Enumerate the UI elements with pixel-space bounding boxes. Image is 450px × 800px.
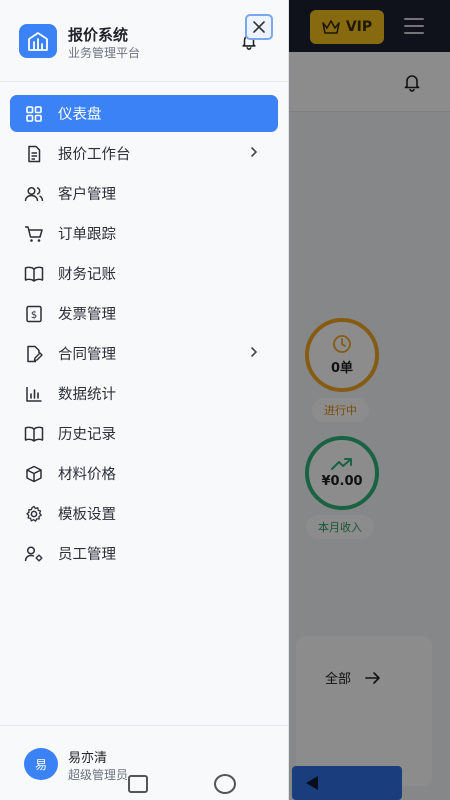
book-icon — [24, 264, 44, 284]
close-icon — [253, 21, 265, 33]
nav-item-label: 仪表盘 — [58, 107, 102, 123]
user-role: 超级管理员 — [68, 768, 129, 782]
nav-item-customers[interactable]: 客户管理 — [10, 175, 278, 212]
nav-item-label: 报价工作台 — [58, 147, 131, 163]
invoice-icon: $ — [24, 304, 44, 324]
user-gear-icon — [24, 544, 44, 564]
nav-item-label: 员工管理 — [58, 547, 116, 563]
dashboard-icon — [24, 104, 44, 124]
recent-apps-button[interactable] — [128, 775, 148, 793]
nav-item-label: 材料价格 — [58, 467, 116, 483]
app-logo — [19, 24, 57, 58]
cart-icon — [24, 224, 44, 244]
nav-item-finance[interactable]: 财务记账 — [10, 255, 278, 292]
document-icon — [24, 144, 44, 164]
nav-item-order-tracking[interactable]: 订单跟踪 — [10, 215, 278, 252]
nav-item-history[interactable]: 历史记录 — [10, 415, 278, 452]
nav-item-label: 发票管理 — [58, 307, 116, 323]
nav-item-material-prices[interactable]: 材料价格 — [10, 455, 278, 492]
nav-item-employees[interactable]: 员工管理 — [10, 535, 278, 572]
nav-item-label: 数据统计 — [58, 387, 116, 403]
nav-item-label: 历史记录 — [58, 427, 116, 443]
nav-item-label: 财务记账 — [58, 267, 116, 283]
nav-item-label: 客户管理 — [58, 187, 116, 203]
building-icon — [28, 32, 48, 51]
nav-item-quote-workbench[interactable]: 报价工作台 — [10, 135, 278, 172]
home-button[interactable] — [214, 774, 236, 794]
nav-item-invoices[interactable]: $ 发票管理 — [10, 295, 278, 332]
users-icon — [24, 184, 44, 204]
nav-item-label: 合同管理 — [58, 347, 116, 363]
app-title: 报价系统 — [68, 26, 129, 44]
svg-text:$: $ — [31, 310, 37, 321]
nav-item-label: 订单跟踪 — [58, 227, 116, 243]
gear-icon — [24, 504, 44, 524]
contract-icon — [24, 344, 44, 364]
nav-item-dashboard[interactable]: 仪表盘 — [10, 95, 278, 132]
avatar[interactable]: 易 — [24, 748, 58, 780]
chevron-right-icon — [251, 347, 258, 357]
chevron-right-icon — [251, 147, 258, 157]
drawer-header: 报价系统 业务管理平台 — [0, 0, 289, 82]
bar-chart-icon — [24, 384, 44, 404]
nav-item-template-settings[interactable]: 模板设置 — [10, 495, 278, 532]
navigation-drawer: 报价系统 业务管理平台 仪表盘 报价工作台 客户管理 订单跟踪 财务记账 $ 发… — [0, 0, 289, 800]
app-subtitle: 业务管理平台 — [68, 46, 141, 60]
nav-item-contracts[interactable]: 合同管理 — [10, 335, 278, 372]
book-icon — [24, 424, 44, 444]
close-drawer-button[interactable] — [245, 14, 273, 40]
nav-item-statistics[interactable]: 数据统计 — [10, 375, 278, 412]
package-icon — [24, 464, 44, 484]
user-name: 易亦清 — [68, 751, 108, 766]
nav-item-label: 模板设置 — [58, 507, 116, 523]
